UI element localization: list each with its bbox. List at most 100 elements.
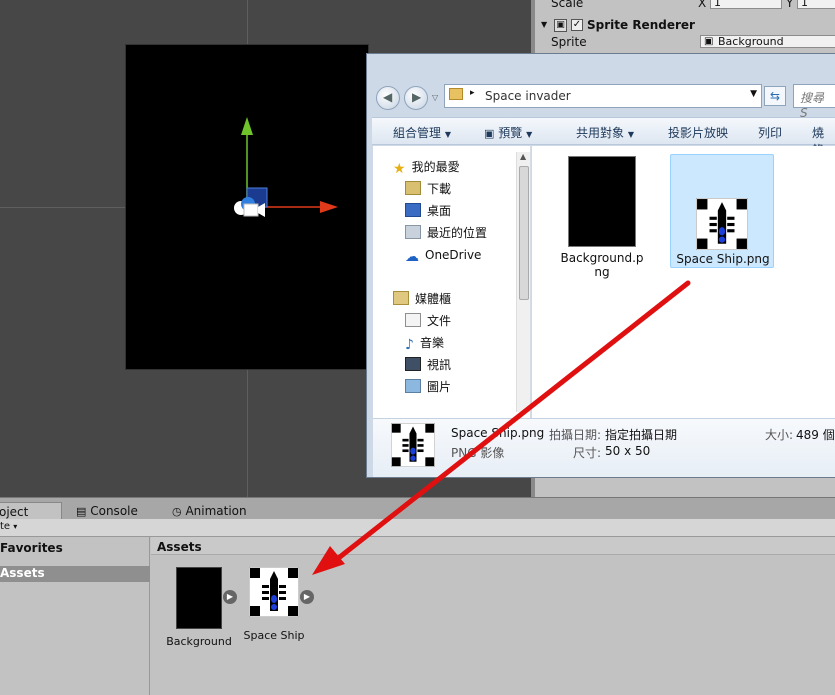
expand-arrow-icon[interactable]: ▶: [300, 590, 314, 604]
animation-icon: ◷: [172, 505, 182, 518]
tab-project[interactable]: oject: [0, 502, 62, 520]
recent-places-icon: [405, 225, 421, 239]
spaceship-thumbnail: [248, 566, 300, 618]
foldout-triangle-icon[interactable]: ▼: [541, 20, 547, 29]
sprite-label: Sprite: [551, 35, 587, 49]
background-thumbnail: [176, 567, 222, 629]
file-item-space-ship[interactable]: Space Ship.png: [670, 154, 774, 268]
asset-space-ship[interactable]: Space Ship: [239, 566, 309, 642]
command-bar: 組合管理 ▼ ▣ 預覽 ▼ 共用對象 ▼ 投影片放映 列印 燒錄: [372, 117, 835, 157]
file-item-background[interactable]: Background.png: [557, 156, 647, 279]
detail-type: PNG 影像: [451, 446, 505, 460]
nav-desktop[interactable]: 桌面: [405, 202, 451, 220]
chevron-down-icon[interactable]: ▼: [750, 89, 757, 99]
film-icon: [405, 357, 421, 371]
assets-header: Assets: [151, 537, 835, 555]
enable-checkbox[interactable]: ✓: [571, 19, 583, 31]
nav-favorites[interactable]: ★ 我的最愛: [393, 158, 460, 177]
scroll-up-icon[interactable]: ▲: [520, 152, 526, 161]
folder-icon: [449, 88, 463, 100]
asset-background[interactable]: Background: [164, 567, 234, 648]
scale-x-label: X: [698, 0, 707, 10]
downloads-folder-icon: [405, 181, 421, 195]
desktop-icon: [405, 203, 421, 217]
organize-menu[interactable]: 組合管理 ▼: [393, 124, 451, 141]
tab-console[interactable]: ▤ Console: [66, 502, 148, 520]
share-menu[interactable]: 共用對象 ▼: [576, 124, 634, 141]
y-axis-handle[interactable]: [241, 117, 253, 135]
back-arrow-icon: ◀: [383, 90, 393, 104]
detail-size-label: 大小:: [765, 428, 794, 442]
spaceship-icon: [391, 423, 435, 467]
recent-pages-chevron-icon[interactable]: ▽: [432, 93, 438, 102]
sprite-renderer-header[interactable]: ▼ ▣ ✓ Sprite Renderer: [535, 17, 835, 35]
chevron-down-icon: ▼: [526, 130, 533, 139]
sprite-value: Background: [718, 35, 784, 48]
detail-size-value: 489 個位: [796, 428, 835, 442]
detail-dim-label: 尺寸:: [573, 446, 602, 460]
preview-icon: ▣: [484, 127, 495, 140]
assets-area: Assets Background ▶ Space Ship ▶: [151, 537, 835, 695]
component-title: Sprite Renderer: [587, 18, 695, 32]
favorites-label[interactable]: Favorites: [0, 541, 63, 555]
scale-x-field[interactable]: 1: [710, 0, 782, 9]
search-input[interactable]: 搜尋 S: [793, 84, 835, 120]
music-note-icon: ♪: [405, 337, 414, 353]
asset-label: Space Ship: [243, 629, 305, 642]
tab-animation[interactable]: ◷ Animation: [162, 502, 257, 520]
spaceship-icon: [248, 566, 300, 618]
navigation-pane: ★ 我的最愛 下載 桌面 最近的位置 ☁ OneDrive 媒體櫃 文件 ♪ 音樂 視…: [373, 146, 531, 418]
nav-libraries[interactable]: 媒體櫃: [393, 290, 451, 308]
background-thumbnail: [568, 156, 636, 247]
scale-y-field[interactable]: 1: [797, 0, 835, 9]
scale-label: Scale: [551, 0, 584, 10]
details-pane: Space Ship.png PNG 影像 拍攝日期: 指定拍攝日期 尺寸: 5…: [373, 418, 835, 477]
component-icon: ▣: [554, 19, 567, 32]
file-name: Space Ship.png: [676, 252, 770, 266]
nav-scrollbar[interactable]: ▲: [516, 152, 530, 412]
nav-onedrive[interactable]: ☁ OneDrive: [405, 246, 481, 265]
forward-arrow-icon: ▶: [412, 90, 422, 104]
back-button[interactable]: ◀: [376, 86, 400, 110]
chevron-down-icon: ▼: [444, 130, 451, 139]
address-text: Space invader: [485, 89, 571, 103]
nav-pictures[interactable]: 圖片: [405, 378, 451, 396]
sprite-field[interactable]: ▣ Background: [700, 35, 835, 48]
panel-tabs: oject ▤ Console ◷ Animation: [0, 497, 835, 520]
expand-arrow-icon[interactable]: ▶: [223, 590, 237, 604]
scale-y-label: Y: [786, 0, 794, 10]
document-icon: [405, 313, 421, 327]
nav-documents[interactable]: 文件: [405, 312, 451, 330]
chevron-down-icon: ▼: [627, 130, 634, 139]
libraries-icon: [393, 291, 409, 305]
address-bar[interactable]: ▸ Space invader ▼: [444, 84, 762, 108]
nav-music[interactable]: ♪ 音樂: [405, 334, 444, 353]
project-toolbar: te ▾: [0, 519, 835, 537]
nav-videos[interactable]: 視訊: [405, 356, 451, 374]
asset-label: Background: [166, 635, 232, 648]
picture-icon: [405, 379, 421, 393]
sidebar-item-assets[interactable]: Assets: [0, 566, 150, 582]
preview-menu[interactable]: ▣ 預覽 ▼: [484, 124, 532, 141]
x-axis-handle[interactable]: [320, 201, 338, 213]
sprite-asset-icon: ▣: [704, 36, 714, 47]
print-button[interactable]: 列印: [758, 124, 782, 141]
detail-filename: Space Ship.png: [451, 426, 545, 440]
spaceship-icon: [696, 198, 748, 250]
nav-downloads[interactable]: 下載: [405, 180, 451, 198]
chevron-down-icon: ▾: [13, 522, 18, 531]
project-sidebar: Favorites Assets: [0, 537, 150, 695]
console-icon: ▤: [76, 505, 87, 518]
detail-dim-value: 50 x 50: [605, 444, 651, 458]
nav-recent[interactable]: 最近的位置: [405, 224, 487, 242]
star-icon: ★: [393, 161, 406, 177]
detail-date-label: 拍攝日期:: [549, 428, 602, 442]
file-name: Background.png: [560, 251, 644, 279]
scrollbar-thumb[interactable]: [519, 166, 529, 300]
project-panel: oject ▤ Console ◷ Animation te ▾ Favorit…: [0, 497, 835, 695]
refresh-button[interactable]: ⇆: [764, 86, 786, 106]
slideshow-button[interactable]: 投影片放映: [668, 124, 728, 141]
forward-button[interactable]: ▶: [404, 86, 428, 110]
create-dropdown[interactable]: te ▾: [0, 521, 17, 532]
file-list-pane: Background.png Space Ship.png: [532, 146, 835, 418]
